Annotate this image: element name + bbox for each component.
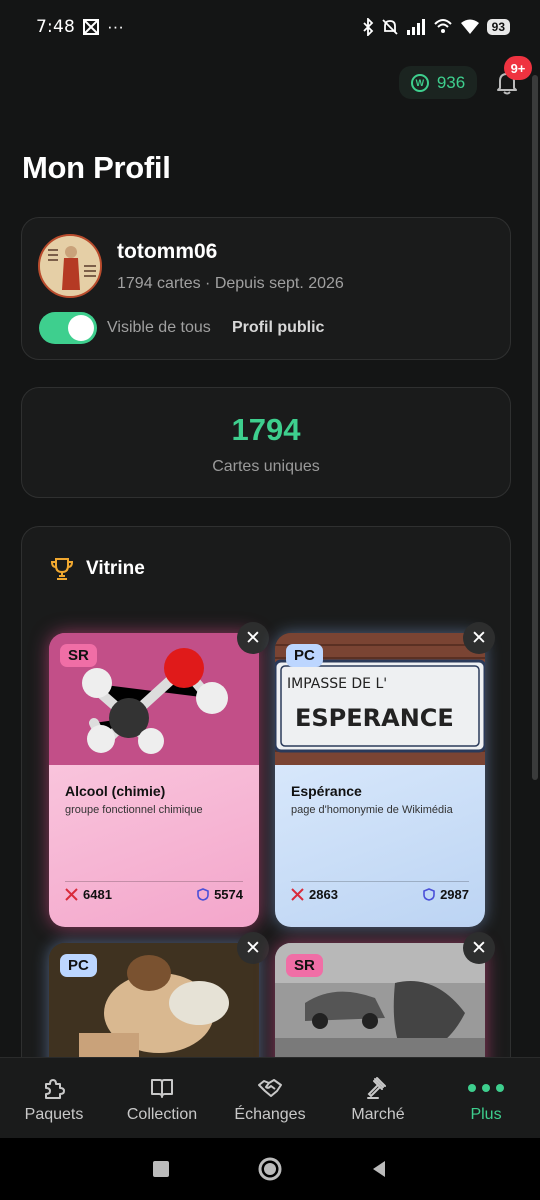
card-defense: 5574 xyxy=(197,887,243,902)
showcase-card[interactable]: IMPASSE DE L' ESPERANCE PC Espérance pag… xyxy=(275,633,485,927)
sign-line-1: IMPASSE DE L' xyxy=(287,676,387,692)
remove-card-button[interactable]: ✕ xyxy=(237,622,269,654)
defense-value: 2987 xyxy=(440,887,469,902)
card-body: Espérance page d'homonymie de Wikimédia … xyxy=(275,765,485,927)
status-time: 7:48 xyxy=(36,17,75,37)
card-title: Alcool (chimie) xyxy=(65,783,166,799)
battery-level: 93 xyxy=(486,19,510,35)
swords-icon xyxy=(65,888,78,901)
showcase-title: Vitrine xyxy=(86,558,145,579)
profile-meta: 1794 cartes · Depuis sept. 2026 xyxy=(117,275,344,292)
more-dots-icon xyxy=(468,1075,504,1101)
visibility-label: Visible de tous xyxy=(107,319,211,336)
rarity-badge: PC xyxy=(60,954,97,977)
handshake-icon xyxy=(258,1079,282,1097)
trophy-icon xyxy=(50,558,74,580)
wifi-icon xyxy=(460,19,479,34)
nav-label: Collection xyxy=(126,1106,198,1123)
avatar-illustration xyxy=(40,236,100,296)
public-profile-label: Profil public xyxy=(232,319,325,336)
nav-item-market[interactable]: Marché xyxy=(324,1058,432,1138)
shield-icon xyxy=(197,888,209,901)
coin-balance[interactable]: W 936 xyxy=(399,66,477,99)
page-title: Mon Profil xyxy=(22,150,171,185)
nav-label: Plus xyxy=(470,1106,502,1123)
unique-cards-label: Cartes uniques xyxy=(212,458,320,475)
nav-item-trades[interactable]: Échanges xyxy=(216,1058,324,1138)
stats-card: 1794 Cartes uniques xyxy=(21,387,511,498)
puzzle-icon xyxy=(45,1079,65,1099)
avatar[interactable] xyxy=(38,234,102,298)
card-title: Espérance xyxy=(291,783,362,799)
rarity-badge: SR xyxy=(286,954,323,977)
profile-card: totomm06 1794 cartes · Depuis sept. 2026… xyxy=(21,217,511,360)
system-nav-bar xyxy=(0,1138,540,1200)
gavel-icon xyxy=(367,1077,386,1099)
nav-label: Marché xyxy=(351,1106,405,1123)
nav-item-more[interactable]: Plus xyxy=(432,1058,540,1138)
recents-icon[interactable] xyxy=(151,1159,171,1179)
toggle-knob xyxy=(68,315,94,341)
rarity-badge: SR xyxy=(60,644,97,667)
status-bar: 7:48 ··· 93 xyxy=(0,0,540,54)
app-notification-icon xyxy=(82,19,99,35)
bottom-nav: Paquets Collection Échanges Marché Plus xyxy=(0,1057,540,1138)
username: totomm06 xyxy=(117,240,218,263)
coin-icon: W xyxy=(410,73,429,92)
notification-badge: 9+ xyxy=(504,56,532,80)
sign-line-2: ESPERANCE xyxy=(295,704,454,732)
remove-card-button[interactable]: ✕ xyxy=(237,932,269,964)
remove-card-button[interactable]: ✕ xyxy=(463,932,495,964)
remove-card-button[interactable]: ✕ xyxy=(463,622,495,654)
card-attack: 6481 xyxy=(65,887,112,902)
swords-icon xyxy=(291,888,304,901)
attack-value: 6481 xyxy=(83,887,112,902)
wifi-call-icon xyxy=(433,19,452,33)
more-notifications-indicator: ··· xyxy=(106,17,124,36)
mute-icon xyxy=(382,19,398,35)
rarity-badge: PC xyxy=(286,644,323,667)
card-body: Alcool (chimie) groupe fonctionnel chimi… xyxy=(49,765,259,927)
card-subtitle: page d'homonymie de Wikimédia xyxy=(291,804,453,816)
book-icon xyxy=(151,1079,173,1098)
nav-label: Paquets xyxy=(24,1106,84,1123)
coin-amount: 936 xyxy=(436,72,466,92)
unique-cards-count: 1794 xyxy=(231,412,301,447)
visibility-toggle[interactable] xyxy=(39,312,97,344)
nav-item-collection[interactable]: Collection xyxy=(108,1058,216,1138)
shield-icon xyxy=(423,888,435,901)
attack-value: 2863 xyxy=(309,887,338,902)
back-icon[interactable] xyxy=(369,1159,389,1179)
defense-value: 5574 xyxy=(214,887,243,902)
scrollbar[interactable] xyxy=(532,75,538,780)
card-attack: 2863 xyxy=(291,887,338,902)
nav-item-packs[interactable]: Paquets xyxy=(0,1058,108,1138)
signal-icon xyxy=(406,19,425,35)
card-defense: 2987 xyxy=(423,887,469,902)
showcase-section: Vitrine SR Alcool (chimie) groupe foncti… xyxy=(21,526,511,1126)
card-divider xyxy=(65,881,243,882)
card-divider xyxy=(291,881,469,882)
home-icon[interactable] xyxy=(257,1156,283,1182)
nav-label: Échanges xyxy=(234,1106,306,1123)
showcase-card[interactable]: SR Alcool (chimie) groupe fonctionnel ch… xyxy=(49,633,259,927)
bluetooth-icon xyxy=(363,18,373,36)
card-subtitle: groupe fonctionnel chimique xyxy=(65,804,203,816)
